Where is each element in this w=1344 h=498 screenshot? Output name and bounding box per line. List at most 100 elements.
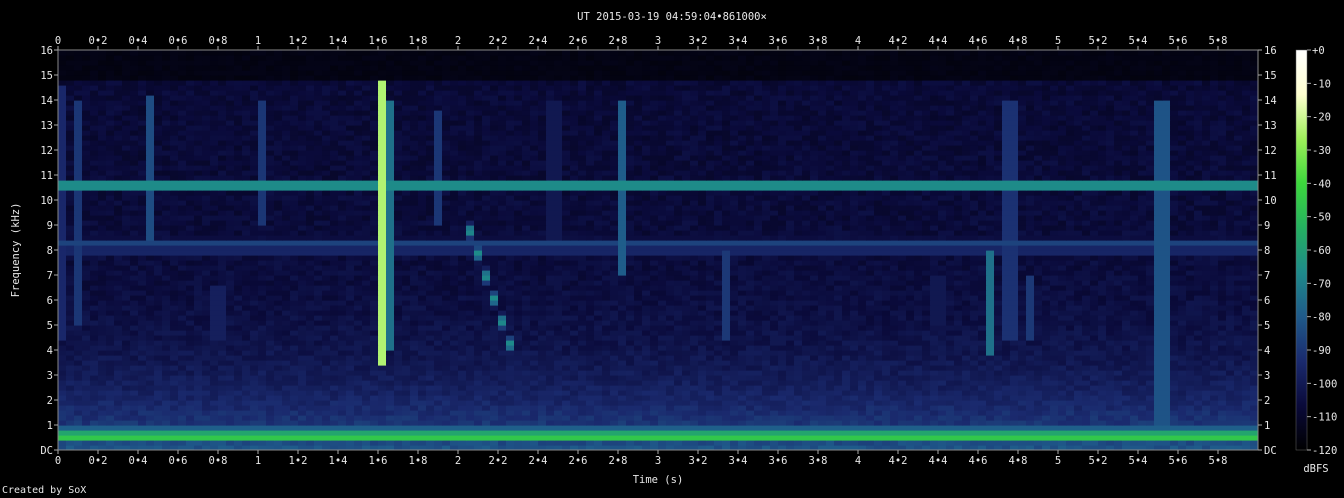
heatmap-cell	[466, 335, 475, 341]
heatmap-cell	[578, 300, 587, 306]
heatmap-cell	[138, 335, 147, 341]
heatmap-cell	[346, 375, 355, 381]
heatmap-cell	[882, 425, 891, 431]
heatmap-cell	[322, 400, 331, 406]
heatmap-cell	[730, 290, 739, 296]
heatmap-cell	[202, 300, 211, 306]
heatmap-cell	[522, 335, 531, 341]
heatmap-cell	[1122, 340, 1131, 346]
heatmap-cell	[962, 350, 971, 356]
heatmap-cell	[850, 440, 859, 446]
heatmap-cell	[82, 300, 91, 306]
heatmap-cell	[450, 390, 459, 396]
heatmap-cell	[450, 380, 459, 386]
heatmap-cell	[122, 345, 131, 351]
heatmap-cell	[410, 300, 419, 306]
heatmap-cell	[194, 375, 203, 381]
heatmap-cell	[210, 280, 219, 286]
heatmap-cell	[1034, 360, 1043, 366]
heatmap-cell	[466, 330, 475, 336]
heatmap-cell	[370, 320, 379, 326]
heatmap-cell	[1026, 330, 1035, 336]
heatmap-cell	[634, 290, 643, 296]
heatmap-cell	[362, 420, 371, 426]
heatmap-cell	[1058, 405, 1067, 411]
heatmap-cell	[338, 420, 347, 426]
heatmap-cell	[618, 335, 627, 341]
heatmap-cell	[1154, 415, 1163, 421]
heatmap-cell	[1098, 415, 1107, 421]
heatmap-cell	[602, 390, 611, 396]
heatmap-cell	[1242, 370, 1251, 376]
heatmap-cell	[218, 420, 227, 426]
heatmap-cell	[690, 310, 699, 316]
heatmap-cell	[114, 350, 123, 356]
heatmap-cell	[522, 435, 531, 441]
heatmap-cell	[418, 435, 427, 441]
heatmap-cell	[994, 305, 1003, 311]
heatmap-cell	[1210, 350, 1219, 356]
heatmap-cell	[546, 375, 555, 381]
heatmap-cell	[922, 405, 931, 411]
heatmap-cell	[882, 380, 891, 386]
heatmap-cell	[802, 360, 811, 366]
heatmap-cell	[314, 320, 323, 326]
heatmap-cell	[258, 365, 267, 371]
heatmap-cell	[906, 390, 915, 396]
heatmap-cell	[754, 390, 763, 396]
heatmap-cell	[1050, 435, 1059, 441]
heatmap-cell	[690, 290, 699, 296]
heatmap-cell	[234, 280, 243, 286]
heatmap-cell	[98, 355, 107, 361]
heatmap-cell	[530, 315, 539, 321]
heatmap-cell	[722, 400, 731, 406]
heatmap-cell	[1138, 330, 1147, 336]
heatmap-cell	[458, 435, 467, 441]
heatmap-cell	[314, 395, 323, 401]
heatmap-cell	[586, 300, 595, 306]
heatmap-cell	[146, 355, 155, 361]
heatmap-cell	[186, 285, 195, 291]
heatmap-cell	[290, 390, 299, 396]
heatmap-cell	[882, 285, 891, 291]
heatmap-cell	[578, 350, 587, 356]
heatmap-cell	[514, 315, 523, 321]
heatmap-cell	[234, 310, 243, 316]
heatmap-cell	[986, 375, 995, 381]
heatmap-cell	[994, 290, 1003, 296]
heatmap-cell	[722, 320, 731, 326]
heatmap-cell	[690, 410, 699, 416]
heatmap-cell	[82, 325, 91, 331]
heatmap-cell	[378, 395, 387, 401]
heatmap-cell	[506, 380, 515, 386]
heatmap-cell	[906, 315, 915, 321]
heatmap-cell	[242, 280, 251, 286]
heatmap-cell	[234, 425, 243, 431]
heatmap-cell	[1122, 295, 1131, 301]
heatmap-cell	[1162, 440, 1171, 446]
heatmap-cell	[546, 415, 555, 421]
heatmap-cell	[1186, 395, 1195, 401]
heatmap-cell	[306, 390, 315, 396]
heatmap-cell	[178, 430, 187, 436]
heatmap-cell	[1202, 350, 1211, 356]
heatmap-cell	[66, 345, 75, 351]
heatmap-cell	[1130, 335, 1139, 341]
heatmap-cell	[1114, 395, 1123, 401]
heatmap-cell	[506, 375, 515, 381]
heatmap-cell	[762, 355, 771, 361]
heatmap-cell	[98, 395, 107, 401]
heatmap-cell	[402, 360, 411, 366]
heatmap-cell	[938, 360, 947, 366]
heatmap-cell	[906, 400, 915, 406]
heatmap-cell	[74, 325, 83, 331]
heatmap-cell	[226, 390, 235, 396]
heatmap-cell	[850, 380, 859, 386]
heatmap-cell	[586, 355, 595, 361]
heatmap-cell	[682, 370, 691, 376]
heatmap-cell	[458, 370, 467, 376]
heatmap-cell	[850, 310, 859, 316]
heatmap-cell	[1170, 415, 1179, 421]
heatmap-cell	[610, 365, 619, 371]
heatmap-cell	[1218, 385, 1227, 391]
